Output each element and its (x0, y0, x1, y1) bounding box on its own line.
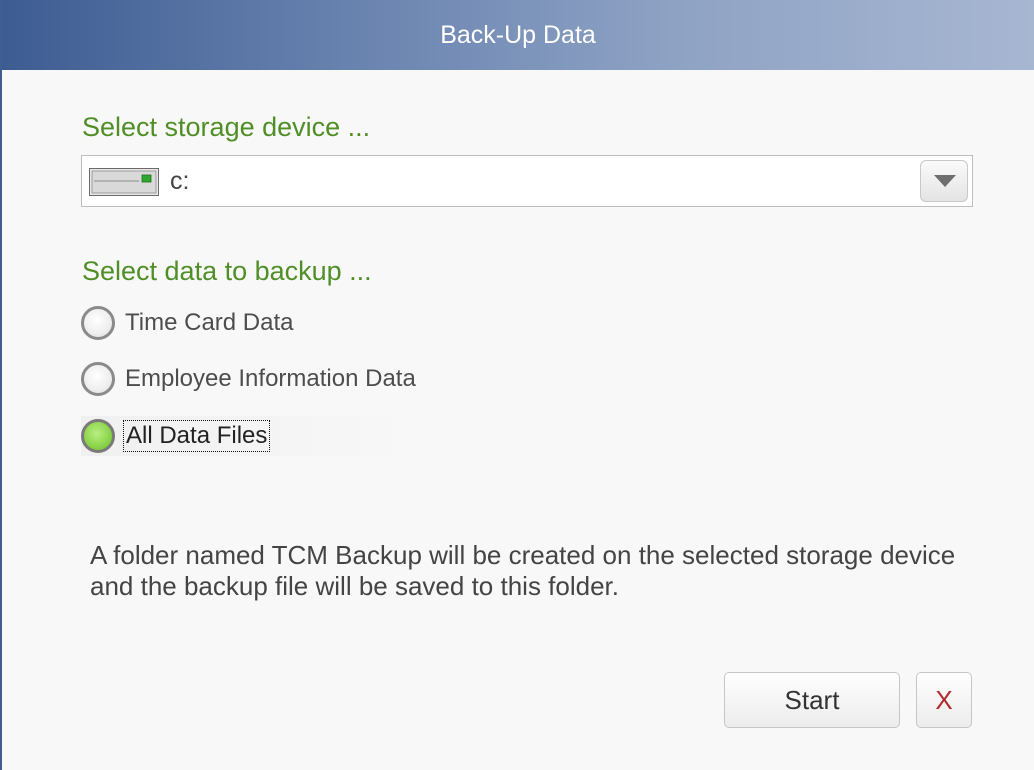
storage-device-select[interactable]: c: (81, 155, 973, 207)
radio-button-checked[interactable] (81, 419, 115, 453)
radio-employee-information-data[interactable]: Employee Information Data (81, 359, 501, 399)
radio-time-card-data[interactable]: Time Card Data (81, 303, 441, 343)
storage-device-label: Select storage device ... (82, 112, 371, 142)
drive-icon (89, 168, 159, 196)
title-bar[interactable]: Back-Up Data (2, 0, 1034, 70)
radio-button[interactable] (81, 306, 115, 340)
backup-dialog: Back-Up Data Select storage device ... c… (0, 0, 1034, 770)
backup-info-text: A folder named TCM Backup will be create… (90, 540, 956, 601)
radio-label: Time Card Data (125, 309, 294, 336)
radio-all-data-files[interactable]: All Data Files (81, 416, 421, 456)
dropdown-button[interactable] (920, 160, 968, 202)
storage-device-value: c: (170, 167, 190, 195)
dialog-title: Back-Up Data (440, 21, 596, 49)
start-button[interactable]: Start (724, 672, 900, 728)
radio-button[interactable] (81, 362, 115, 396)
backup-data-label: Select data to backup ... (82, 256, 372, 286)
radio-label: Employee Information Data (125, 365, 416, 392)
close-button[interactable]: X (916, 672, 972, 728)
chevron-down-icon (934, 175, 956, 187)
radio-label: All Data Files (122, 420, 271, 452)
